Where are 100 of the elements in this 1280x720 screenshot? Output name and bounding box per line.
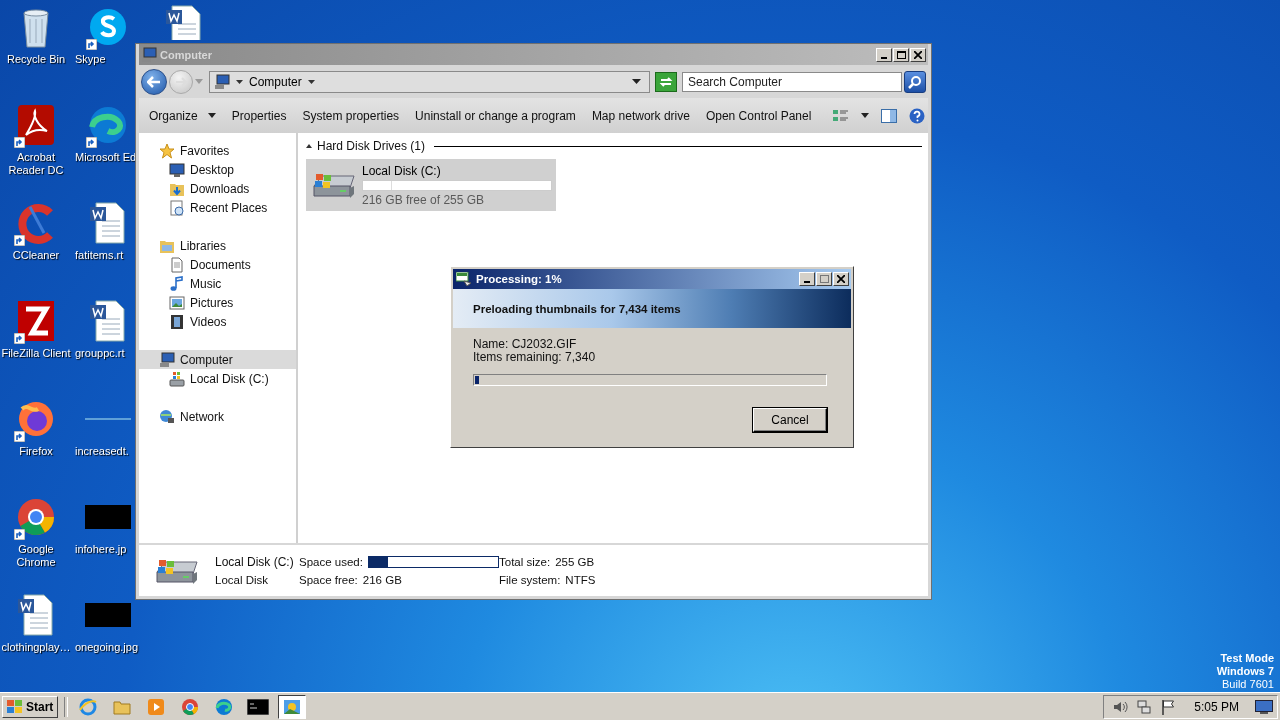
drive-name: Local Disk (C:): [362, 163, 442, 178]
search-icon: [908, 74, 922, 89]
filezilla-icon[interactable]: [16, 299, 56, 343]
desktop-icon-label[interactable]: infohere.jp: [75, 543, 127, 556]
word-document-icon[interactable]: [88, 299, 128, 343]
toolbar-button[interactable]: Properties: [225, 104, 293, 127]
internet-explorer-icon: [79, 697, 98, 716]
preview-pane-icon[interactable]: [881, 108, 898, 123]
toolbar-button[interactable]: Map network drive: [585, 104, 696, 127]
toolbar-button[interactable]: Open Control Panel: [699, 104, 818, 127]
document-clock-icon: [169, 199, 185, 216]
show-desktop-icon[interactable]: [1255, 699, 1273, 714]
maximize-button[interactable]: [893, 47, 909, 62]
hard-drive-icon: [169, 370, 185, 387]
field-value: 216 GB: [362, 573, 402, 586]
dropdown-caret-icon[interactable]: [632, 79, 641, 84]
desktop-icon-label[interactable]: Google Chrome: [0, 543, 72, 569]
drive-type: Local Disk: [215, 573, 270, 586]
system-notice-text: Test Mode: [1219, 652, 1274, 665]
ccleaner-icon[interactable]: [16, 201, 56, 245]
collapse-icon[interactable]: [306, 144, 312, 148]
desktop-icon-label[interactable]: grouppc.rt: [75, 347, 125, 360]
close-button[interactable]: [833, 272, 849, 286]
search-field[interactable]: Search Computer: [682, 71, 902, 92]
clock[interactable]: 5:05 PM: [1194, 699, 1239, 714]
caret-icon[interactable]: [236, 79, 243, 84]
word-document-icon[interactable]: [164, 4, 204, 40]
close-button[interactable]: [910, 47, 926, 62]
acrobat-icon[interactable]: [16, 103, 56, 147]
maximize-icon: [819, 275, 829, 283]
field-value: 255 GB: [555, 555, 595, 568]
desktop-icon-label[interactable]: Acrobat Reader DC: [0, 151, 72, 177]
refresh-button[interactable]: [655, 71, 677, 92]
help-icon[interactable]: [909, 107, 926, 124]
word-document-icon[interactable]: [88, 201, 128, 245]
drive-name: Local Disk (C:): [215, 554, 295, 569]
network-icon[interactable]: [1136, 698, 1153, 715]
network-icon: [159, 408, 175, 425]
field-label: Total size:: [499, 555, 551, 568]
toolbar-button[interactable]: System properties: [296, 104, 406, 127]
nav-item[interactable]: Network: [139, 407, 296, 426]
field-value: NTFS: [565, 573, 596, 586]
system-notice-text: Windows 7: [1216, 665, 1274, 678]
picture-frame-icon: [169, 294, 185, 311]
nav-item[interactable]: Computer: [139, 350, 296, 369]
field-label: File system:: [499, 573, 561, 586]
window-title: Processing: 1%: [476, 273, 562, 285]
maximize-icon: [896, 50, 906, 59]
close-icon: [914, 50, 922, 59]
nav-item[interactable]: Local Disk (C:): [139, 369, 296, 388]
desktop-icon-label[interactable]: CCleaner: [0, 249, 72, 262]
field-label: Space used:: [299, 555, 363, 568]
computer-icon: [214, 73, 230, 90]
cancel-button[interactable]: Cancel: [753, 408, 827, 432]
nav-item[interactable]: Favorites: [139, 141, 296, 160]
address-bar[interactable]: Computer: [209, 70, 650, 93]
maximize-button[interactable]: [816, 272, 832, 286]
desktop-icon-label[interactable]: Recycle Bin: [0, 53, 72, 66]
minimize-button[interactable]: [876, 47, 892, 62]
field-label: Space free:: [299, 573, 358, 586]
refresh-icon: [659, 75, 673, 88]
toolbar-button[interactable]: Uninstall or change a program: [409, 104, 582, 127]
dialog-heading: Preloading thumbnails for 7,434 items: [473, 302, 681, 315]
desktop-icon-label[interactable]: clothingplay…: [0, 641, 72, 654]
flag-icon[interactable]: [1160, 698, 1177, 715]
back-button[interactable]: [141, 68, 167, 95]
nav-item[interactable]: Recent Places: [139, 198, 296, 217]
desktop-icon-label[interactable]: Skype: [75, 53, 106, 66]
nav-item[interactable]: Libraries: [139, 236, 296, 255]
desktop-icon-label[interactable]: Microsoft Ed: [75, 151, 134, 164]
music-note-icon: [169, 275, 185, 292]
drive-tile[interactable]: Local Disk (C:) 216 GB free of 255 GB: [306, 159, 556, 211]
media-player-icon: [147, 697, 166, 716]
toolbar-button[interactable]: Organize: [143, 104, 222, 127]
windows-logo-icon: [7, 699, 23, 714]
minimize-button[interactable]: [799, 272, 815, 286]
desktop-icon-label[interactable]: increasedt.: [75, 445, 129, 458]
word-document-icon[interactable]: [16, 593, 56, 637]
nav-item[interactable]: Downloads: [139, 179, 296, 198]
caret-icon[interactable]: [307, 79, 315, 84]
system-notice-text: Build 7601: [1221, 678, 1274, 691]
nav-item[interactable]: Videos: [139, 312, 296, 331]
taskbar-button[interactable]: [278, 694, 307, 719]
drive-free-space: 216 GB free of 255 GB: [362, 192, 486, 207]
nav-item[interactable]: Music: [139, 274, 296, 293]
desktop-icon-label[interactable]: fatitems.rt: [75, 249, 124, 262]
nav-item[interactable]: Documents: [139, 255, 296, 274]
nav-item[interactable]: Desktop: [139, 160, 296, 179]
desktop-icon-label[interactable]: Firefox: [0, 445, 72, 458]
search-button[interactable]: [904, 70, 926, 93]
close-icon: [837, 275, 845, 283]
address-text[interactable]: Computer: [249, 74, 302, 89]
chrome-icon: [181, 697, 200, 716]
minimize-icon: [881, 56, 887, 59]
minimize-icon: [804, 281, 810, 283]
nav-item[interactable]: Pictures: [139, 293, 296, 312]
group-header: Hard Disk Drives (1): [317, 139, 425, 153]
caret-icon[interactable]: [861, 113, 870, 118]
start-button[interactable]: Start: [2, 695, 59, 718]
desktop-icon-label[interactable]: FileZilla Client: [0, 347, 72, 360]
